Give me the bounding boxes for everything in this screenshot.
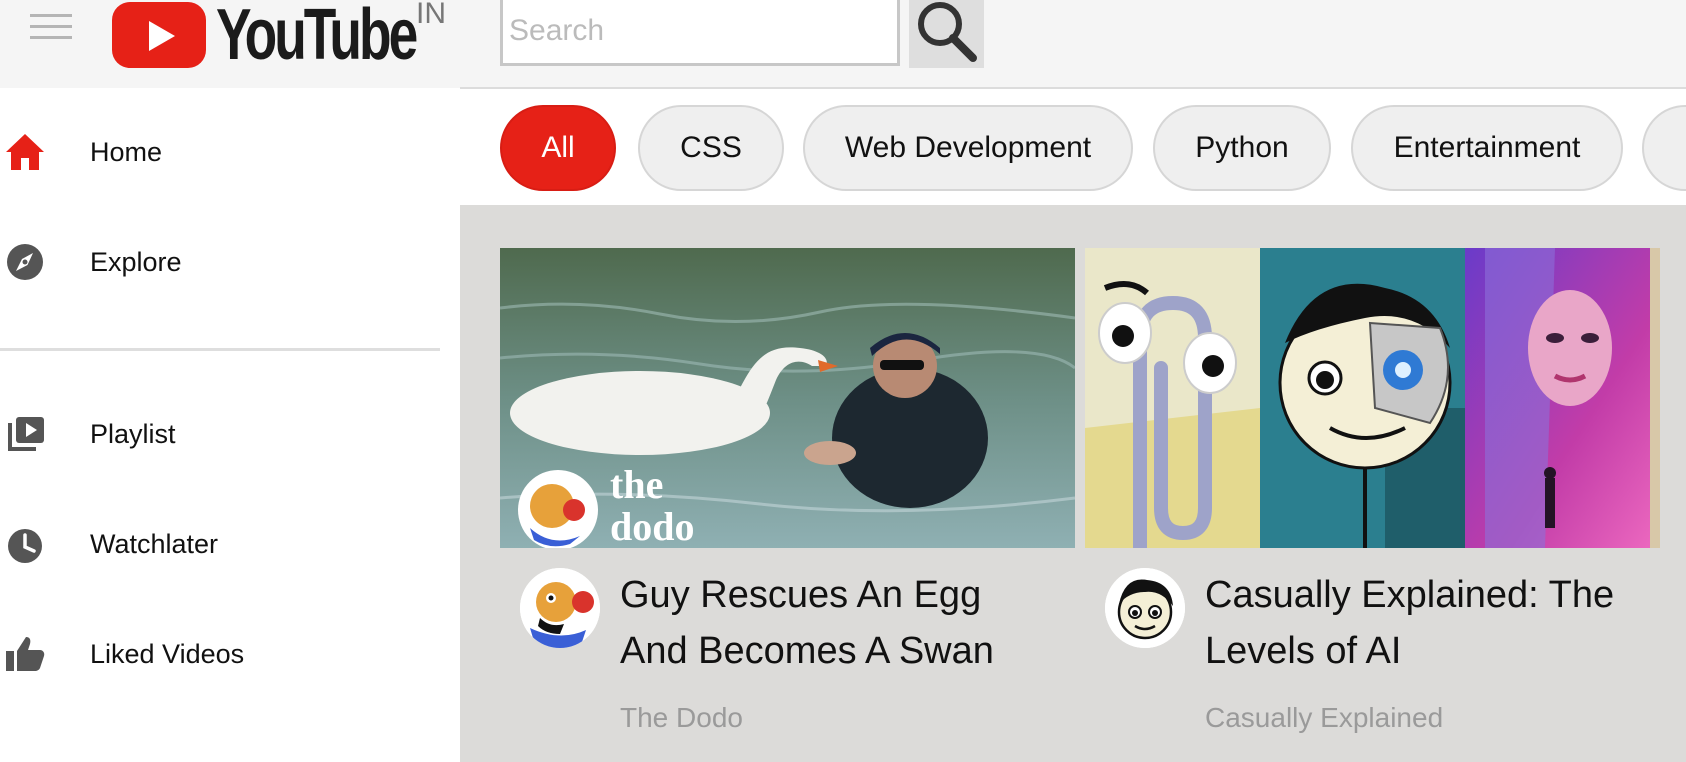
sidebar-item-explore[interactable]: Explore <box>0 230 440 294</box>
hamburger-menu-icon[interactable] <box>30 14 74 44</box>
video-thumbnail[interactable]: the dodo <box>500 248 1075 548</box>
sidebar: Home Explore Playlist Watchlater Liked V… <box>0 88 460 762</box>
video-grid: the dodo Guy Rescues An Egg And Becomes … <box>460 205 1686 762</box>
playlist-icon <box>8 417 44 451</box>
chip-css[interactable]: CSS <box>638 105 784 191</box>
chip-web-development[interactable]: Web Development <box>803 105 1133 191</box>
levels-of-ai-thumbnail-image <box>1085 248 1660 548</box>
video-title[interactable]: Casually Explained: The Levels of AI <box>1205 567 1645 679</box>
sidebar-item-playlist[interactable]: Playlist <box>0 402 440 466</box>
casually-explained-avatar-image <box>1105 568 1185 648</box>
chip-entertainment[interactable]: Entertainment <box>1351 105 1623 191</box>
svg-text:the: the <box>610 462 663 507</box>
sidebar-item-label: Liked Videos <box>90 638 245 669</box>
channel-avatar[interactable] <box>520 568 600 648</box>
svg-text:dodo: dodo <box>610 504 695 548</box>
channel-avatar[interactable] <box>1105 568 1185 648</box>
dodo-avatar-image <box>520 568 600 648</box>
sidebar-item-label: Explore <box>90 246 182 277</box>
home-icon <box>6 134 44 170</box>
play-logo-icon <box>112 2 206 68</box>
compass-icon <box>7 244 43 280</box>
sidebar-item-watchlater[interactable]: Watchlater <box>0 512 440 576</box>
chip-next[interactable] <box>1642 105 1686 191</box>
channel-name[interactable]: Casually Explained <box>1205 702 1443 734</box>
video-title[interactable]: Guy Rescues An Egg And Becomes A Swan <box>620 567 1040 679</box>
swan-thumbnail-image: the dodo <box>500 248 1075 548</box>
logo-text: YouTube <box>216 0 418 75</box>
chip-python[interactable]: Python <box>1153 105 1331 191</box>
search-button[interactable] <box>909 0 984 68</box>
category-chip-bar: All CSS Web Development Python Entertain… <box>460 89 1686 205</box>
country-code: IN <box>416 0 446 30</box>
channel-name[interactable]: The Dodo <box>620 702 743 734</box>
sidebar-item-home[interactable]: Home <box>0 120 440 184</box>
search-input[interactable] <box>500 0 900 66</box>
top-header: YouTube IN <box>0 0 1686 88</box>
sidebar-item-liked-videos[interactable]: Liked Videos <box>0 622 440 686</box>
clock-icon <box>8 529 42 563</box>
sidebar-item-label: Watchlater <box>90 528 219 559</box>
sidebar-item-label: Playlist <box>90 418 176 449</box>
chip-all[interactable]: All <box>500 105 616 191</box>
sidebar-item-label: Home <box>90 136 163 167</box>
video-thumbnail[interactable] <box>1085 248 1660 548</box>
sidebar-divider <box>0 348 440 351</box>
thumbs-up-icon <box>6 637 45 671</box>
magnifier-icon <box>918 2 977 62</box>
